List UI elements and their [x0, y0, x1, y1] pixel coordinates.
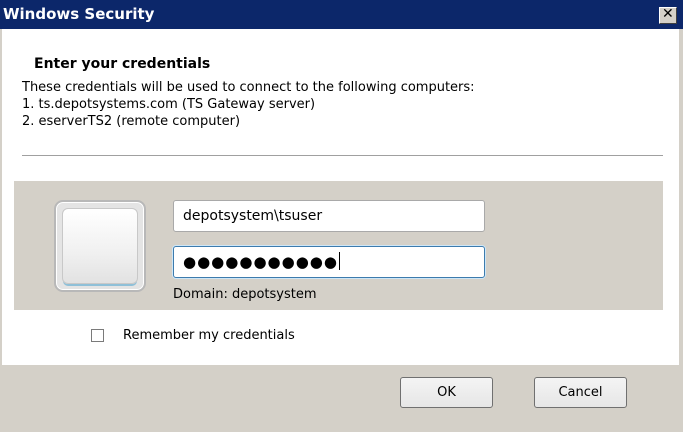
description-line: These credentials will be used to connec… — [22, 80, 475, 95]
user-tile-inner — [62, 208, 138, 284]
password-value: ●●●●●●●●●●● — [183, 253, 338, 271]
close-button[interactable]: ✕ — [659, 6, 677, 24]
remember-label[interactable]: Remember my credentials — [123, 328, 295, 343]
dialog-heading: Enter your credentials — [34, 56, 211, 72]
password-field[interactable]: ●●●●●●●●●●● — [173, 246, 485, 278]
dialog-description: These credentials will be used to connec… — [22, 79, 475, 130]
remember-checkbox[interactable] — [91, 329, 104, 342]
ok-button[interactable]: OK — [400, 377, 493, 408]
description-line: 2. eserverTS2 (remote computer) — [22, 114, 241, 129]
username-field[interactable]: depotsystem\tsuser — [173, 200, 485, 232]
window-title: Windows Security — [3, 5, 155, 23]
title-bar[interactable]: Windows Security ✕ — [0, 0, 683, 29]
close-icon: ✕ — [662, 6, 674, 22]
text-caret — [338, 252, 340, 270]
separator — [22, 155, 663, 156]
description-line: 1. ts.depotsystems.com (TS Gateway serve… — [22, 97, 316, 112]
cancel-button[interactable]: Cancel — [534, 377, 627, 408]
window-border-right — [679, 29, 683, 432]
user-tile-icon — [54, 200, 146, 292]
username-value: depotsystem\tsuser — [183, 208, 323, 224]
domain-label: Domain: depotsystem — [173, 287, 317, 302]
